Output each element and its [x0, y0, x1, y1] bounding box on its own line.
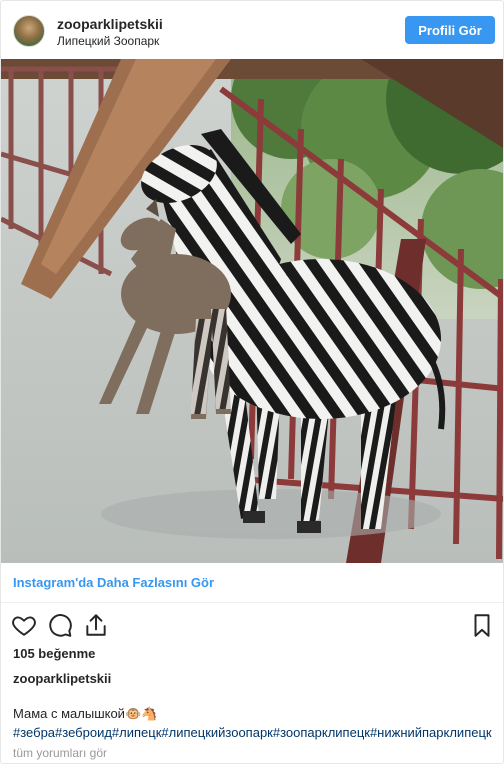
post-photo[interactable] — [1, 59, 503, 563]
view-profile-button[interactable]: Profili Gör — [405, 16, 495, 44]
caption-hashtags[interactable]: #зебра#зеброид#липецк#липецкийзоопарк#зо… — [13, 725, 503, 740]
post-header: zooparklipetskii Липецкий Зоопарк Profil… — [1, 1, 503, 59]
more-link-row: Instagram'da Daha Fazlasını Gör — [1, 563, 503, 603]
like-count: 105 beğenme — [13, 646, 96, 661]
header-username[interactable]: zooparklipetskii — [57, 16, 163, 32]
zebra-photo-illustration — [1, 59, 503, 563]
action-bar — [1, 606, 503, 642]
instagram-embed-card: zooparklipetskii Липецкий Зоопарк Profil… — [0, 0, 504, 764]
caption-text: Мама с малышкой🐵🐴 — [13, 706, 158, 721]
profile-avatar[interactable] — [13, 15, 45, 47]
view-all-comments-link[interactable]: tüm yorumları gör — [13, 746, 107, 760]
bookmark-icon[interactable] — [469, 612, 495, 638]
view-more-on-instagram-link[interactable]: Instagram'da Daha Fazlasını Gör — [13, 575, 214, 590]
header-location[interactable]: Липецкий Зоопарк — [57, 34, 159, 48]
heart-icon[interactable] — [11, 612, 37, 638]
comment-icon[interactable] — [47, 612, 73, 638]
share-icon[interactable] — [83, 612, 109, 638]
caption-username[interactable]: zooparklipetskii — [13, 671, 111, 686]
